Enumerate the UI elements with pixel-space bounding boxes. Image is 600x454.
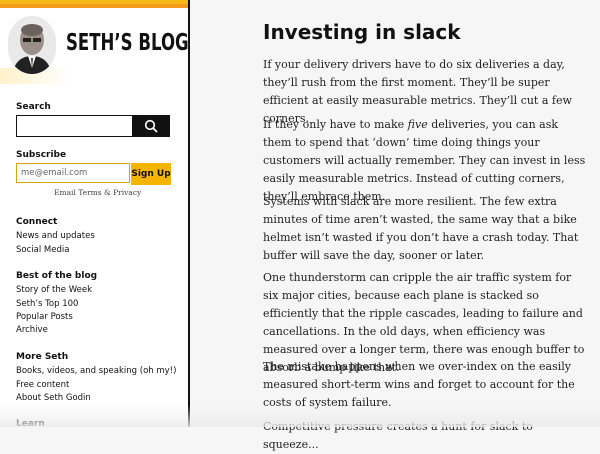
search-heading: Search [16,102,51,112]
sidebar-link-free[interactable]: Free content [16,380,69,390]
email-terms-link[interactable]: Email Terms & Privacy [54,188,141,197]
sidebar-link-social[interactable]: Social Media [16,245,69,255]
avatar[interactable] [8,16,56,74]
connect-heading: Connect [16,217,58,227]
learn-heading: Learn [16,419,45,427]
post-paragraph-2-emphasis: five [407,118,428,131]
post-paragraph-3: Systems with slack are more resilient. T… [263,195,579,262]
post-paragraph-6: Competitive pressure creates a hunt for … [263,420,533,451]
sign-up-button[interactable]: Sign Up [131,163,171,185]
sidebar-link-top100[interactable]: Seth’s Top 100 [16,299,78,309]
sidebar-link-story[interactable]: Story of the Week [16,285,92,295]
site-title[interactable]: SETH’S BLOG [66,30,188,56]
sidebar-link-popular[interactable]: Popular Posts [16,312,73,322]
search-button[interactable] [132,115,170,137]
post-paragraph-2-before: If they only have to make [263,118,408,131]
main-content: Investing in slack If your delivery driv… [190,0,600,451]
sidebar-link-about[interactable]: About Seth Godin [16,393,91,403]
sidebar-link-archive[interactable]: Archive [16,325,48,335]
best-heading: Best of the blog [16,271,98,281]
sidebar-link-books[interactable]: Books, videos, and speaking (oh my!) [16,366,176,376]
post-title: Investing in slack [263,20,461,44]
post-paragraph-5: The mistake happens when we over-index o… [263,360,575,409]
sidebar: SETH’S BLOG Search Subscribe me@email.co… [0,0,190,427]
search-icon [144,119,158,133]
search-input[interactable] [16,115,133,137]
sidebar-link-news[interactable]: News and updates [16,231,95,241]
subscribe-heading: Subscribe [16,150,67,160]
more-heading: More Seth [16,352,69,362]
top-accent-bar-secondary [0,4,188,8]
email-field[interactable]: me@email.com [16,163,130,183]
